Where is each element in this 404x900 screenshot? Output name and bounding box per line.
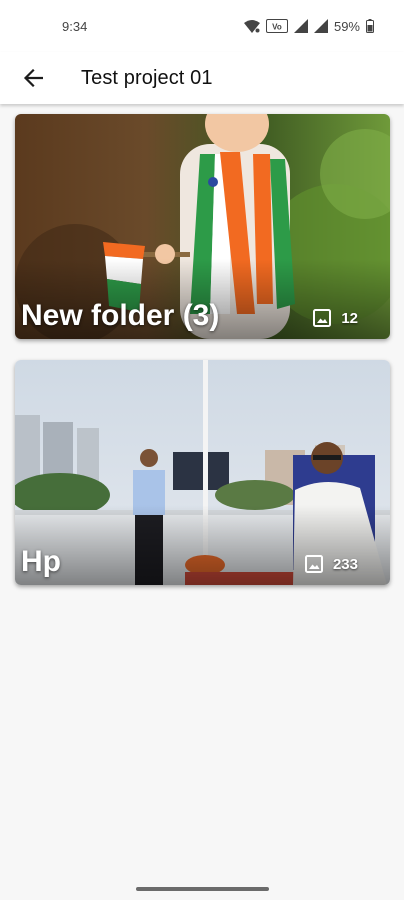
signal-icon (293, 19, 308, 33)
status-icons: Vo 59% (243, 18, 374, 34)
volte-icon: Vo (265, 19, 288, 33)
folder-name: Hp (21, 545, 61, 578)
page-title: Test project 01 (81, 66, 213, 89)
svg-text:Vo: Vo (272, 23, 282, 32)
image-count-value: 233 (332, 555, 358, 573)
signal-icon (313, 19, 328, 33)
card-shade (15, 505, 390, 585)
battery-icon (366, 19, 374, 33)
image-count-value: 12 (341, 309, 358, 327)
status-time: 9:34 (62, 18, 88, 34)
gesture-nav-bar[interactable] (136, 887, 269, 891)
image-icon (313, 309, 332, 327)
image-icon (304, 555, 323, 573)
arrow-back-icon (23, 69, 43, 87)
app-bar: Test project 01 (0, 52, 404, 104)
image-count: 12 (313, 309, 358, 327)
battery-percent: 59% (333, 18, 360, 34)
wifi-icon (243, 19, 260, 33)
back-button[interactable] (13, 58, 53, 98)
image-count: 233 (304, 555, 358, 573)
folder-card[interactable]: New folder (3) 12 (15, 114, 390, 339)
folder-card[interactable]: Hp 233 (15, 360, 390, 585)
status-bar: 9:34 Vo 59% (0, 0, 404, 52)
folder-name: New folder (3) (21, 299, 220, 332)
